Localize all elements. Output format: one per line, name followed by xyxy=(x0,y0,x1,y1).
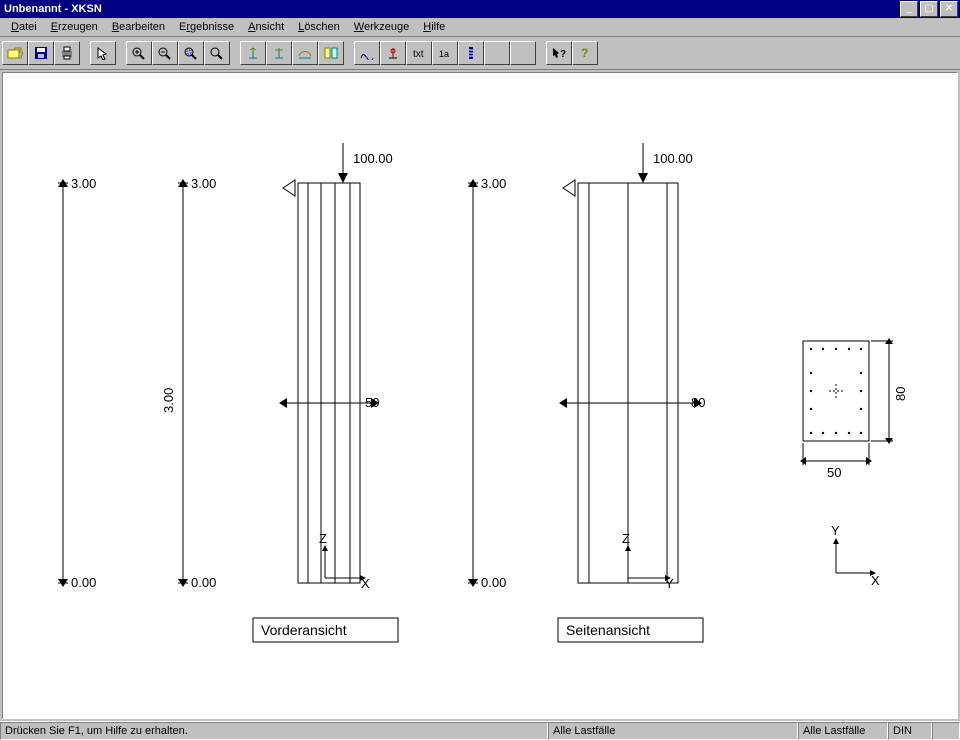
side-z: Z xyxy=(622,531,630,546)
menu-ergebnisse[interactable]: Ergebnisse xyxy=(172,20,241,34)
empty-button-1[interactable] xyxy=(484,41,510,65)
options-button[interactable] xyxy=(318,41,344,65)
mid-top: 3.00 xyxy=(481,176,506,191)
scale-height: 3.00 0.00 3.00 xyxy=(161,176,216,590)
menu-hilfe[interactable]: Hilfe xyxy=(416,20,452,34)
front-x: X xyxy=(361,576,370,591)
open-icon xyxy=(7,46,23,60)
status-code: DIN xyxy=(888,722,932,740)
svg-text:?: ? xyxy=(581,46,588,60)
support-button[interactable] xyxy=(240,41,266,65)
scale-button[interactable] xyxy=(458,41,484,65)
status-help: Drücken Sie F1, um Hilfe zu erhalten. xyxy=(0,722,548,740)
moment-button[interactable] xyxy=(380,41,406,65)
save-button[interactable] xyxy=(28,41,54,65)
support-icon xyxy=(245,46,261,60)
engineering-drawing: 3.00 0.00 3.00 0.00 3.00 xyxy=(3,73,955,719)
help-button[interactable]: ? xyxy=(572,41,598,65)
mid-bottom: 0.00 xyxy=(481,575,506,590)
release-button[interactable] xyxy=(292,41,318,65)
open-button[interactable] xyxy=(2,41,28,65)
menu-loeschen[interactable]: Löschen xyxy=(291,20,347,34)
status-loadcases-2: Alle Lastfälle xyxy=(798,722,888,740)
zoom-window-button[interactable] xyxy=(178,41,204,65)
options-icon xyxy=(323,46,339,60)
toolbar: txt 1a ? ? xyxy=(0,37,960,70)
zoom-fit-button[interactable] xyxy=(204,41,230,65)
menu-datei[interactable]: Datei xyxy=(4,20,44,34)
text-result-button[interactable]: txt xyxy=(406,41,432,65)
maximize-button[interactable]: ▢ xyxy=(920,1,938,17)
numeric-icon: 1a xyxy=(437,46,453,60)
zoom-out-button[interactable] xyxy=(152,41,178,65)
empty-button-2[interactable] xyxy=(510,41,536,65)
scale-left-bottom: 0.00 xyxy=(71,575,96,590)
front-title: Vorderansicht xyxy=(261,622,347,638)
status-grip xyxy=(932,722,960,740)
scale-left: 3.00 0.00 xyxy=(58,176,96,590)
section-x: X xyxy=(871,573,880,588)
side-view: 100.00 80 Z Y Seitenansicht xyxy=(558,143,705,642)
text-icon: txt xyxy=(411,46,427,60)
close-button[interactable]: ✕ xyxy=(940,1,958,17)
window-title: Unbenannt - XKSN xyxy=(2,3,898,15)
help-icon: ? xyxy=(577,46,593,60)
side-y: Y xyxy=(665,576,674,591)
curve-icon xyxy=(359,46,375,60)
front-view: 100.00 50 Z X Vorderansicht xyxy=(253,143,398,642)
section-view: 50 80 Y X xyxy=(800,338,908,588)
numeric-button[interactable]: 1a xyxy=(432,41,458,65)
scale-h-bottom: 0.00 xyxy=(191,575,216,590)
svg-text:?: ? xyxy=(560,49,566,60)
svg-text:txt: txt xyxy=(413,49,424,60)
scale-mid: 3.00 0.00 xyxy=(468,176,506,590)
zoom-window-icon xyxy=(183,46,199,60)
drawing-area[interactable]: 3.00 0.00 3.00 0.00 3.00 xyxy=(2,72,958,719)
side-title: Seitenansicht xyxy=(566,622,650,638)
zoom-out-icon xyxy=(157,46,173,60)
section-height: 80 xyxy=(893,387,908,401)
svg-text:1a: 1a xyxy=(439,49,449,59)
side-width: 80 xyxy=(691,395,705,410)
status-bar: Drücken Sie F1, um Hilfe zu erhalten. Al… xyxy=(0,721,960,740)
pointer-button[interactable] xyxy=(90,41,116,65)
menu-werkzeuge[interactable]: Werkzeuge xyxy=(347,20,416,34)
title-bar: Unbenannt - XKSN _ ▢ ✕ xyxy=(0,0,960,18)
zoom-in-button[interactable] xyxy=(126,41,152,65)
section-width: 50 xyxy=(827,465,841,480)
height-value: 3.00 xyxy=(161,388,176,413)
front-load: 100.00 xyxy=(353,151,393,166)
pointer-icon xyxy=(95,46,111,60)
section-y: Y xyxy=(831,523,840,538)
load-icon xyxy=(271,46,287,60)
status-loadcases: Alle Lastfälle xyxy=(548,722,798,740)
scale-left-top: 3.00 xyxy=(71,176,96,191)
menu-ansicht[interactable]: Ansicht xyxy=(241,20,291,34)
menu-bar: Datei Erzeugen Bearbeiten Ergebnisse Ans… xyxy=(0,18,960,37)
minimize-button[interactable]: _ xyxy=(900,1,918,17)
front-z: Z xyxy=(319,531,327,546)
zoom-fit-icon xyxy=(209,46,225,60)
front-width: 50 xyxy=(365,395,379,410)
print-icon xyxy=(59,46,75,60)
menu-erzeugen[interactable]: Erzeugen xyxy=(44,20,105,34)
moment-icon xyxy=(385,46,401,60)
title-controls: _ ▢ ✕ xyxy=(898,1,958,17)
scale-icon xyxy=(463,46,479,60)
context-help-icon: ? xyxy=(551,46,567,60)
load-button[interactable] xyxy=(266,41,292,65)
print-button[interactable] xyxy=(54,41,80,65)
scale-h-top: 3.00 xyxy=(191,176,216,191)
zoom-in-icon xyxy=(131,46,147,60)
save-icon xyxy=(33,46,49,60)
side-load: 100.00 xyxy=(653,151,693,166)
app-window: Unbenannt - XKSN _ ▢ ✕ Datei Erzeugen Be… xyxy=(0,0,960,740)
context-help-button[interactable]: ? xyxy=(546,41,572,65)
curve-button[interactable] xyxy=(354,41,380,65)
release-icon xyxy=(297,46,313,60)
menu-bearbeiten[interactable]: Bearbeiten xyxy=(105,20,172,34)
